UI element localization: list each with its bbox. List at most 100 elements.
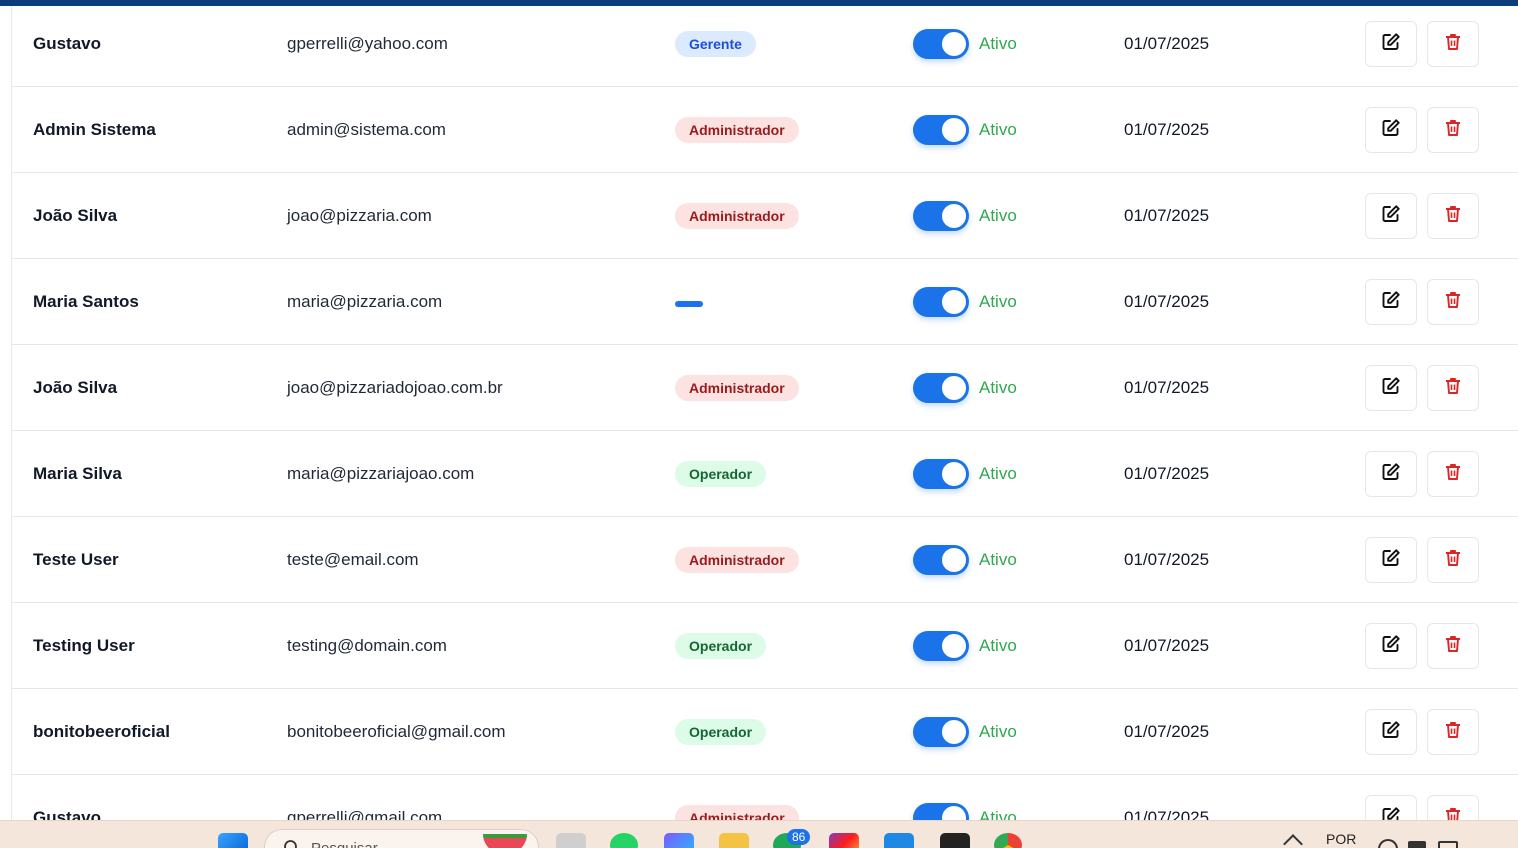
- role-badge: Operador: [675, 633, 767, 659]
- toggle-knob: [942, 548, 966, 572]
- delete-button[interactable]: [1427, 623, 1479, 669]
- created-date: 01/07/2025: [1124, 120, 1210, 139]
- row-actions: [1365, 775, 1479, 820]
- edit-button[interactable]: [1365, 21, 1417, 67]
- edit-button[interactable]: [1365, 795, 1417, 820]
- volume-icon[interactable]: [1408, 841, 1426, 848]
- trash-icon: [1443, 118, 1463, 143]
- role-badge: Administrador: [675, 805, 799, 820]
- delete-button[interactable]: [1427, 795, 1479, 820]
- copilot-icon[interactable]: [664, 833, 694, 848]
- user-name: Admin Sistema: [33, 120, 156, 139]
- created-date: 01/07/2025: [1124, 464, 1210, 483]
- wifi-icon[interactable]: [1378, 839, 1398, 848]
- chrome-icon[interactable]: [994, 833, 1022, 848]
- role-cell: Administrador: [675, 775, 799, 820]
- delete-button[interactable]: [1427, 365, 1479, 411]
- created-date: 01/07/2025: [1124, 34, 1210, 53]
- status-label: Ativo: [979, 34, 1017, 53]
- status-toggle[interactable]: [913, 459, 969, 489]
- status-toggle[interactable]: [913, 803, 969, 820]
- edit-icon: [1381, 32, 1401, 57]
- table-row: Admin Sistema admin@sistema.com Administ…: [12, 87, 1518, 173]
- toggle-knob: [942, 806, 966, 820]
- status-toggle[interactable]: [913, 115, 969, 145]
- row-actions: [1365, 603, 1479, 689]
- status-toggle[interactable]: [913, 631, 969, 661]
- trash-icon: [1443, 462, 1463, 487]
- file-explorer-icon[interactable]: [719, 833, 749, 848]
- instagram-icon[interactable]: [829, 833, 859, 848]
- delete-button[interactable]: [1427, 709, 1479, 755]
- row-actions: [1365, 345, 1479, 431]
- status-label: Ativo: [979, 464, 1017, 483]
- user-email: maria@pizzariajoao.com: [287, 464, 475, 483]
- status-toggle[interactable]: [913, 29, 969, 59]
- trash-icon: [1443, 806, 1463, 820]
- user-email: gperrelli@yahoo.com: [287, 34, 448, 53]
- role-badge: Gerente: [675, 31, 756, 57]
- taskbar-search[interactable]: Pesquisar: [264, 829, 539, 848]
- status-toggle[interactable]: [913, 717, 969, 747]
- trash-icon: [1443, 32, 1463, 57]
- row-actions: [1365, 87, 1479, 173]
- delete-button[interactable]: [1427, 537, 1479, 583]
- role-cell: [675, 259, 703, 345]
- status-label: Ativo: [979, 722, 1017, 741]
- edit-icon: [1381, 290, 1401, 315]
- status-toggle[interactable]: [913, 545, 969, 575]
- edit-button[interactable]: [1365, 623, 1417, 669]
- user-name: Gustavo: [33, 34, 102, 53]
- status-cell: Ativo: [913, 689, 1017, 775]
- table-row: Gustavo gperrelli@gmail.com Administrado…: [12, 775, 1518, 820]
- status-cell: Ativo: [913, 173, 1017, 259]
- toggle-knob: [942, 118, 966, 142]
- status-cell: Ativo: [913, 6, 1017, 87]
- x-icon[interactable]: [940, 833, 970, 848]
- user-email: maria@pizzaria.com: [287, 292, 443, 311]
- edit-button[interactable]: [1365, 279, 1417, 325]
- edit-button[interactable]: [1365, 365, 1417, 411]
- edit-button[interactable]: [1365, 709, 1417, 755]
- status-cell: Ativo: [913, 345, 1017, 431]
- battery-icon[interactable]: [1438, 841, 1458, 848]
- created-date: 01/07/2025: [1124, 550, 1210, 569]
- delete-button[interactable]: [1427, 107, 1479, 153]
- status-cell: Ativo: [913, 603, 1017, 689]
- user-email: teste@email.com: [287, 550, 419, 569]
- whatsapp-icon[interactable]: [610, 833, 638, 848]
- trash-icon: [1443, 204, 1463, 229]
- edit-icon: [1381, 806, 1401, 820]
- status-label: Ativo: [979, 206, 1017, 225]
- delete-button[interactable]: [1427, 193, 1479, 239]
- created-date: 01/07/2025: [1124, 722, 1210, 741]
- role-badge: Administrador: [675, 117, 799, 143]
- edit-button[interactable]: [1365, 537, 1417, 583]
- windows-start-icon[interactable]: [218, 833, 248, 848]
- status-toggle[interactable]: [913, 373, 969, 403]
- user-name: João Silva: [33, 378, 118, 397]
- role-cell: Administrador: [675, 173, 799, 259]
- user-email: joao@pizzariadojoao.com.br: [287, 378, 503, 397]
- status-toggle[interactable]: [913, 287, 969, 317]
- edit-button[interactable]: [1365, 451, 1417, 497]
- role-cell: Gerente: [675, 6, 756, 87]
- toggle-knob: [942, 32, 966, 56]
- table-row: João Silva joao@pizzaria.com Administrad…: [12, 173, 1518, 259]
- delete-button[interactable]: [1427, 451, 1479, 497]
- table-row: Teste User teste@email.com Administrador…: [12, 517, 1518, 603]
- app-icon[interactable]: [884, 833, 914, 848]
- edit-button[interactable]: [1365, 193, 1417, 239]
- language-indicator[interactable]: POR: [1326, 831, 1356, 847]
- edit-button[interactable]: [1365, 107, 1417, 153]
- edit-icon: [1381, 720, 1401, 745]
- delete-button[interactable]: [1427, 21, 1479, 67]
- role-cell: Operador: [675, 431, 767, 517]
- delete-button[interactable]: [1427, 279, 1479, 325]
- task-view-icon[interactable]: [556, 833, 586, 848]
- status-toggle[interactable]: [913, 201, 969, 231]
- toggle-knob: [942, 720, 966, 744]
- row-actions: [1365, 431, 1479, 517]
- toggle-knob: [942, 634, 966, 658]
- chevron-up-icon[interactable]: [1283, 834, 1303, 848]
